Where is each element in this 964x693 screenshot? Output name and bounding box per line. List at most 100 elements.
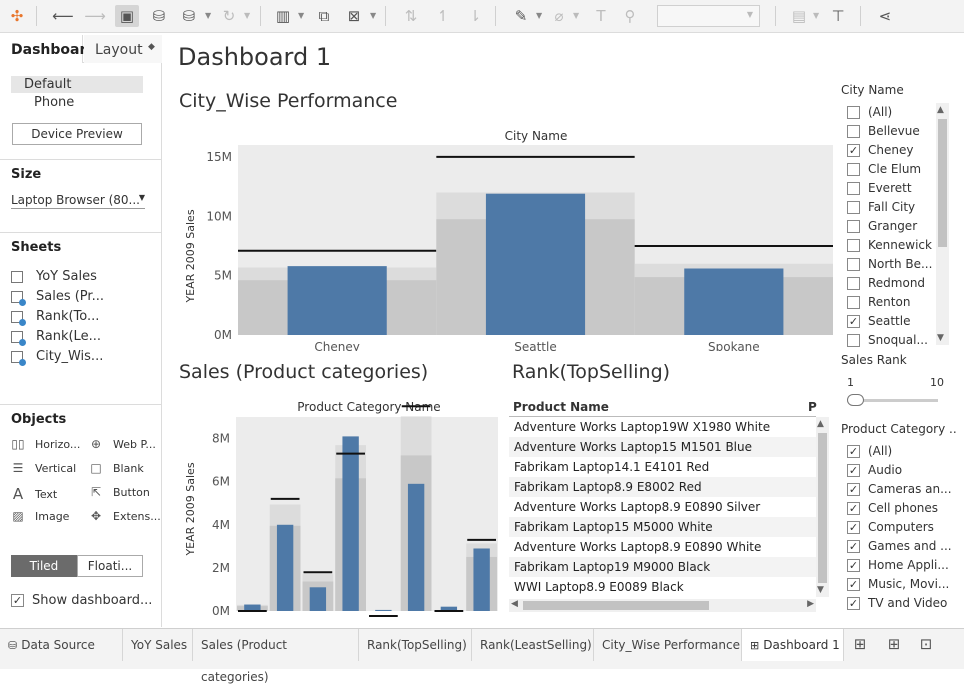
new-worksheet-tab-icon[interactable]: ⊞ — [848, 633, 872, 655]
checkbox-unchecked-icon[interactable] — [847, 333, 860, 347]
tab-data-source[interactable]: ⛁ Data Source — [0, 629, 123, 661]
undo-icon[interactable]: ⟵ — [51, 5, 75, 27]
checkbox-checked-icon[interactable]: ✓ — [847, 444, 860, 458]
checkbox-unchecked-icon[interactable] — [847, 276, 860, 290]
table-row[interactable]: Adventure Works Laptop8.9 E0890 Silver — [509, 497, 816, 517]
filter-item[interactable]: ✓ Cell phones — [847, 501, 938, 515]
object-web-page[interactable]: ⊕ Web P... — [89, 437, 156, 451]
scroll-right-icon[interactable]: ▶ — [807, 599, 814, 609]
size-dropdown[interactable]: Laptop Browser (80... ▼ — [11, 189, 145, 209]
checkbox-unchecked-icon[interactable] — [847, 124, 860, 138]
new-data-source-icon[interactable]: ⛁ — [147, 5, 171, 27]
checkbox-checked-icon[interactable]: ✓ — [847, 482, 860, 496]
column-header-product-name[interactable]: Product Name — [513, 400, 609, 414]
presentation-icon[interactable]: ⊤ — [826, 5, 850, 27]
checkbox-unchecked-icon[interactable] — [847, 200, 860, 214]
checkbox-checked-icon[interactable]: ✓ — [847, 501, 860, 515]
scroll-left-icon[interactable]: ◀ — [511, 599, 518, 609]
sort-ascending-icon[interactable]: ↿ — [431, 5, 455, 27]
filter-item[interactable]: ✓ Computers — [847, 520, 934, 534]
filter-item[interactable]: ✓ Seattle — [847, 314, 910, 328]
filter-item[interactable]: Redmond — [847, 276, 925, 290]
filter-item[interactable]: ✓ Cameras an... — [847, 482, 952, 496]
scroll-up-icon[interactable]: ▲ — [817, 419, 824, 429]
duplicate-icon[interactable]: ⧉ — [312, 5, 336, 27]
swap-icon[interactable]: ⇅ — [399, 5, 423, 27]
fit-dropdown[interactable]: ▼ — [657, 5, 760, 27]
sheet-item-sales[interactable]: Sales (Pr... — [11, 289, 104, 306]
slider-thumb[interactable] — [847, 394, 864, 406]
chevron-down-icon[interactable]: ▼ — [205, 11, 211, 20]
checkbox-unchecked-icon[interactable] — [847, 181, 860, 195]
object-text[interactable]: A Text — [11, 485, 57, 503]
checkbox-unchecked-icon[interactable] — [847, 257, 860, 271]
filter-item[interactable]: North Be... — [847, 257, 932, 271]
checkbox-checked-icon[interactable]: ✓ — [847, 596, 860, 610]
filter-item[interactable]: Granger — [847, 219, 917, 233]
chevron-down-icon[interactable]: ▼ — [813, 11, 819, 20]
city-filter-scrollbar[interactable]: ▲ ▼ — [936, 103, 949, 345]
object-image[interactable]: ▨ Image — [11, 509, 69, 523]
filter-item[interactable]: Bellevue — [847, 124, 920, 138]
filter-item[interactable]: Fall City — [847, 200, 915, 214]
checkbox-checked-icon[interactable]: ✓ — [847, 463, 860, 477]
object-extension[interactable]: ✥ Extens... — [89, 509, 161, 523]
filter-item[interactable]: Snoqual... — [847, 333, 928, 347]
tab-rank-leastselling[interactable]: Rank(LeastSelling) — [472, 629, 594, 661]
pin-icon[interactable]: ⚲ — [618, 5, 642, 27]
checkbox-checked-icon[interactable]: ✓ — [847, 520, 860, 534]
sheet-item-yoy-sales[interactable]: YoY Sales — [11, 269, 97, 284]
filter-item[interactable]: ✓ (All) — [847, 444, 892, 458]
tab-yoy-sales[interactable]: YoY Sales — [123, 629, 193, 661]
new-dashboard-tab-icon[interactable]: ⊞ — [882, 633, 906, 655]
table-row[interactable]: Fabrikam Laptop19 M9000 Black — [509, 557, 816, 577]
table-row[interactable]: Adventure Works Laptop15 M1501 Blue — [509, 437, 816, 457]
highlight-icon[interactable]: ✎ — [509, 5, 533, 27]
checkbox-unchecked-icon[interactable] — [847, 238, 860, 252]
show-me-icon[interactable]: ▤ — [787, 5, 811, 27]
column-header-p[interactable]: P — [808, 400, 817, 414]
table-row[interactable]: Adventure Works Laptop19W X1980 White — [509, 417, 816, 437]
filter-item[interactable]: ✓ Cheney — [847, 143, 913, 157]
filter-item[interactable]: Renton — [847, 295, 910, 309]
object-button[interactable]: ⇱ Button — [89, 485, 150, 499]
clear-sheet-icon[interactable]: ⊠ — [342, 5, 366, 27]
chevron-down-icon[interactable]: ▼ — [536, 11, 542, 20]
checkbox-checked-icon[interactable]: ✓ — [847, 314, 860, 328]
chevron-down-icon[interactable]: ▼ — [573, 11, 579, 20]
tab-dashboard[interactable]: Dashboard — [0, 35, 96, 63]
rank-horizontal-scrollbar[interactable]: ◀ ▶ — [509, 599, 816, 612]
rank-vertical-scrollbar[interactable]: ▲ ▼ — [816, 417, 829, 597]
share-icon[interactable]: ⋖ — [873, 5, 897, 27]
show-title-checkbox[interactable]: ✓ Show dashboard... — [11, 593, 152, 608]
tableau-logo-icon[interactable]: ✣ — [5, 5, 29, 27]
sheet-item-rank-least[interactable]: Rank(Le... — [11, 329, 101, 346]
filter-item[interactable]: Everett — [847, 181, 912, 195]
object-vertical[interactable]: ☰ Vertical — [11, 461, 77, 475]
tiled-toggle[interactable]: Tiled — [11, 555, 77, 577]
scroll-up-icon[interactable]: ▲ — [937, 105, 944, 115]
save-icon[interactable]: ▣ — [115, 5, 139, 27]
table-row[interactable]: Adventure Works Laptop8.9 E0890 White — [509, 537, 816, 557]
checkbox-checked-icon[interactable]: ✓ — [847, 558, 860, 572]
filter-item[interactable]: ✓ TV and Video — [847, 596, 947, 610]
chevron-down-icon[interactable]: ▼ — [370, 11, 376, 20]
checkbox-checked-icon[interactable]: ✓ — [847, 539, 860, 553]
tab-layout[interactable]: Layout ◆ — [84, 35, 162, 63]
sort-descending-icon[interactable]: ⇂ — [463, 5, 487, 27]
group-icon[interactable]: ⌀ — [547, 5, 571, 27]
checkbox-checked-icon[interactable]: ✓ — [847, 577, 860, 591]
filter-item[interactable]: ✓ Home Appli... — [847, 558, 949, 572]
checkbox-unchecked-icon[interactable] — [847, 105, 860, 119]
redo-icon[interactable]: ⟶ — [83, 5, 107, 27]
checkbox-checked-icon[interactable]: ✓ — [847, 143, 860, 157]
new-story-tab-icon[interactable]: ⊡ — [914, 633, 938, 655]
show-labels-icon[interactable]: T — [589, 5, 613, 27]
table-row[interactable]: WWI Laptop8.9 E0089 Black — [509, 577, 816, 597]
floating-toggle[interactable]: Floati... — [77, 555, 143, 577]
checkbox-unchecked-icon[interactable] — [847, 295, 860, 309]
scrollbar-thumb[interactable] — [523, 601, 709, 610]
device-preview-button[interactable]: Device Preview — [12, 123, 142, 145]
table-row[interactable]: Fabrikam Laptop8.9 E8002 Red — [509, 477, 816, 497]
filter-item[interactable]: ✓ Audio — [847, 463, 902, 477]
